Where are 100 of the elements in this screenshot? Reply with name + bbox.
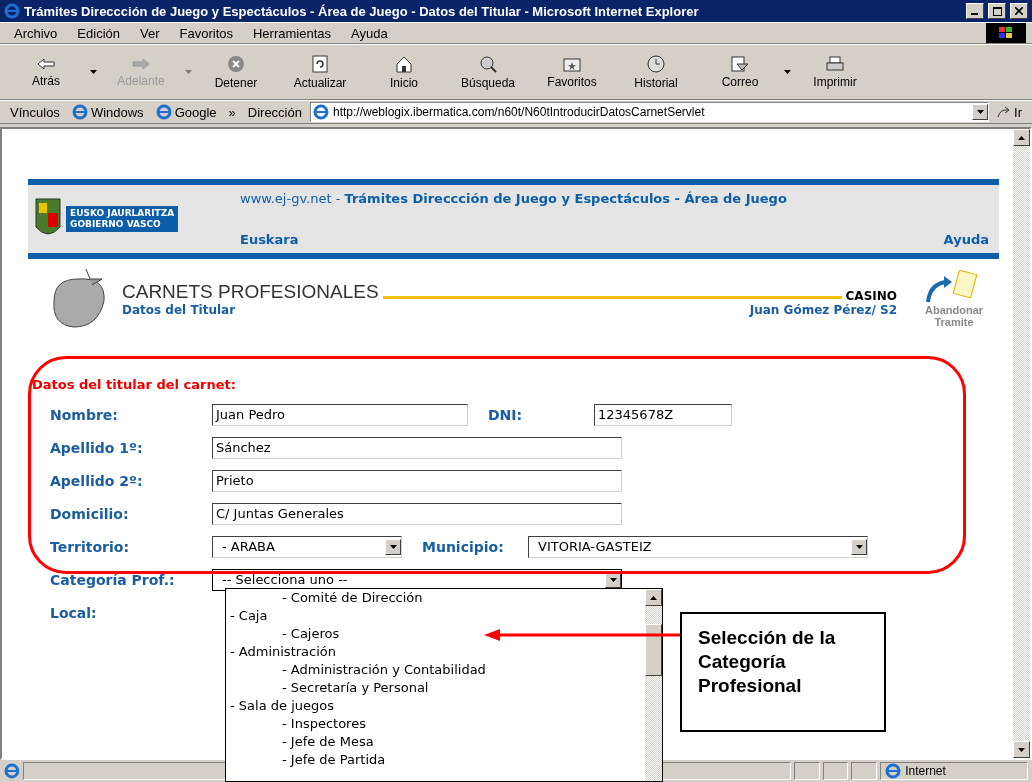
- form-heading: Datos del titular del carnet:: [32, 377, 237, 392]
- dropdown-button[interactable]: [972, 104, 989, 120]
- user-name: Juan Gómez Pérez/ S2: [749, 303, 897, 317]
- dropdown-button[interactable]: [851, 538, 867, 555]
- page-globe-icon: [312, 104, 329, 120]
- menu-item[interactable]: Ver: [132, 23, 168, 43]
- field-label: Domicilio:: [50, 505, 130, 522]
- page-globe-icon: [4, 763, 20, 779]
- options-list[interactable]: - Comité de Dirección - Caja - Cajeros - Administración - Administración y Contabilidad - Secretaría y Personal - Sala de juegos - Inspectores - Jefe de Mesa - Jefe de Partida: [225, 588, 663, 782]
- callout-text: Selección de la Categoría Profesional: [680, 612, 886, 732]
- back-arrow-icon: [37, 56, 55, 71]
- printer-icon: [826, 55, 844, 72]
- status-pane: [851, 762, 878, 780]
- go-arrow-icon: [997, 106, 1012, 118]
- logo-text: EUSKO JAURLARITZA GOBIERNO VASCO: [66, 206, 179, 232]
- list-option[interactable]: - Administración: [230, 643, 336, 661]
- field-label: Municipio:: [422, 538, 505, 555]
- site-title: www.ej-gv.net - Trámites Direccción de Juego y Espectáculos - Área de Juego: [240, 191, 788, 206]
- field-label: Nombre:: [50, 406, 119, 423]
- refresh-icon: [312, 54, 328, 73]
- list-option[interactable]: - Jefe de Mesa: [282, 733, 374, 751]
- list-option[interactable]: - Inspectores: [282, 715, 366, 733]
- down-arrow-icon: [185, 70, 192, 74]
- select-field[interactable]: VITORIA-GASTEIZ: [528, 535, 868, 558]
- scrollbar[interactable]: [1013, 129, 1030, 758]
- menu-item[interactable]: Edición: [69, 23, 128, 43]
- toolbar-button[interactable]: Imprimir: [795, 55, 875, 89]
- list-option[interactable]: - Caja: [230, 607, 268, 625]
- list-option[interactable]: - Secretaría y Personal: [282, 679, 429, 697]
- down-arrow-icon: [389, 544, 397, 549]
- list-scrollbar[interactable]: [645, 589, 662, 781]
- status-pane: [794, 762, 820, 780]
- caret-icon[interactable]: [90, 70, 97, 74]
- dropdown-button[interactable]: [385, 538, 401, 555]
- mail-icon: [731, 55, 749, 72]
- address-field[interactable]: http://weblogix.ibermatica.com/n60t/N60tIntroducirDatosCarnetServlet: [309, 102, 990, 122]
- window-title: Trámites Direccción de Juego y Espectáculos - Área de Juego - Datos del Titular - Microsoft Internet Explorer: [24, 3, 700, 19]
- stop-icon: [227, 54, 245, 73]
- field-label: DNI:: [488, 406, 524, 423]
- toolbar-button[interactable]: Actualizar: [280, 54, 360, 90]
- browser-logo-icon: [4, 3, 20, 19]
- abandon-button[interactable]: Abandonar Tramite: [909, 270, 999, 328]
- list-option[interactable]: - Comité de Dirección: [282, 589, 423, 607]
- maximize-icon: [992, 6, 1002, 16]
- toolbar-button[interactable]: Correo: [700, 55, 780, 89]
- page-globe-icon: [71, 104, 88, 120]
- up-arrow-icon: [650, 595, 657, 600]
- home-icon: [395, 54, 413, 73]
- links-label: Vínculos: [9, 104, 61, 120]
- section-subtitle: Datos del Titular: [122, 303, 236, 317]
- status-pane: [822, 762, 849, 780]
- down-arrow-icon: [90, 70, 97, 74]
- maximize-button[interactable]: [988, 3, 1006, 19]
- menu-item[interactable]: Herramientas: [245, 23, 339, 43]
- up-arrow-icon: [1018, 135, 1025, 140]
- down-arrow-icon: [609, 577, 617, 582]
- flag-icon: [999, 27, 1013, 39]
- link-item[interactable]: Google: [151, 104, 221, 120]
- language-link[interactable]: Euskara: [240, 232, 299, 247]
- address-label: Dirección: [246, 104, 303, 120]
- text-field[interactable]: Sánchez: [212, 436, 622, 459]
- down-arrow-icon: [784, 70, 791, 74]
- minimize-button[interactable]: [966, 3, 984, 19]
- clock-icon: [647, 54, 665, 73]
- text-field[interactable]: Juan Pedro: [212, 403, 468, 426]
- more-links[interactable]: »: [224, 104, 240, 120]
- list-option[interactable]: - Jefe de Partida: [282, 751, 386, 769]
- list-option[interactable]: - Administración y Contabilidad: [282, 661, 486, 679]
- close-button[interactable]: [1010, 3, 1028, 19]
- toolbar-button[interactable]: Inicio: [364, 54, 444, 90]
- go-button[interactable]: Ir: [993, 104, 1026, 120]
- list-option[interactable]: - Sala de juegos: [230, 697, 334, 715]
- list-option[interactable]: - Cajeros: [282, 625, 340, 643]
- select-field[interactable]: - ARABA: [212, 535, 402, 558]
- toolbar-button[interactable]: Atrás: [6, 56, 86, 88]
- down-arrow-icon: [1018, 747, 1025, 752]
- link-item[interactable]: Windows: [67, 104, 148, 120]
- caret-icon[interactable]: [784, 70, 791, 74]
- field-label: Apellido 2º:: [50, 472, 144, 489]
- forward-arrow-icon: [132, 56, 150, 71]
- zone-pane: Internet: [880, 762, 1028, 780]
- section-title: CARNETS PROFESIONALES: [122, 281, 379, 303]
- text-field[interactable]: 12345678Z: [594, 403, 732, 426]
- close-icon: [1015, 7, 1023, 15]
- field-label: Local:: [50, 604, 98, 621]
- text-field[interactable]: Prieto: [212, 469, 622, 492]
- menu-item[interactable]: Ayuda: [343, 23, 396, 43]
- field-label: Territorio:: [50, 538, 131, 555]
- toolbar-button[interactable]: Búsqueda: [448, 54, 528, 90]
- text-field[interactable]: C/ Juntas Generales: [212, 502, 622, 525]
- toolbar-button[interactable]: Detener: [196, 54, 276, 90]
- menu-item[interactable]: Favoritos: [171, 23, 241, 43]
- toolbar-button[interactable]: Favoritos: [532, 55, 612, 89]
- menu-item[interactable]: Archivo: [6, 23, 66, 43]
- area-label: CASINO: [845, 289, 897, 303]
- page-globe-icon: [155, 104, 172, 120]
- toolbar-button[interactable]: Historial: [616, 54, 696, 90]
- help-link[interactable]: Ayuda: [943, 232, 989, 247]
- down-arrow-icon: [855, 544, 863, 549]
- down-arrow-icon: [976, 110, 984, 114]
